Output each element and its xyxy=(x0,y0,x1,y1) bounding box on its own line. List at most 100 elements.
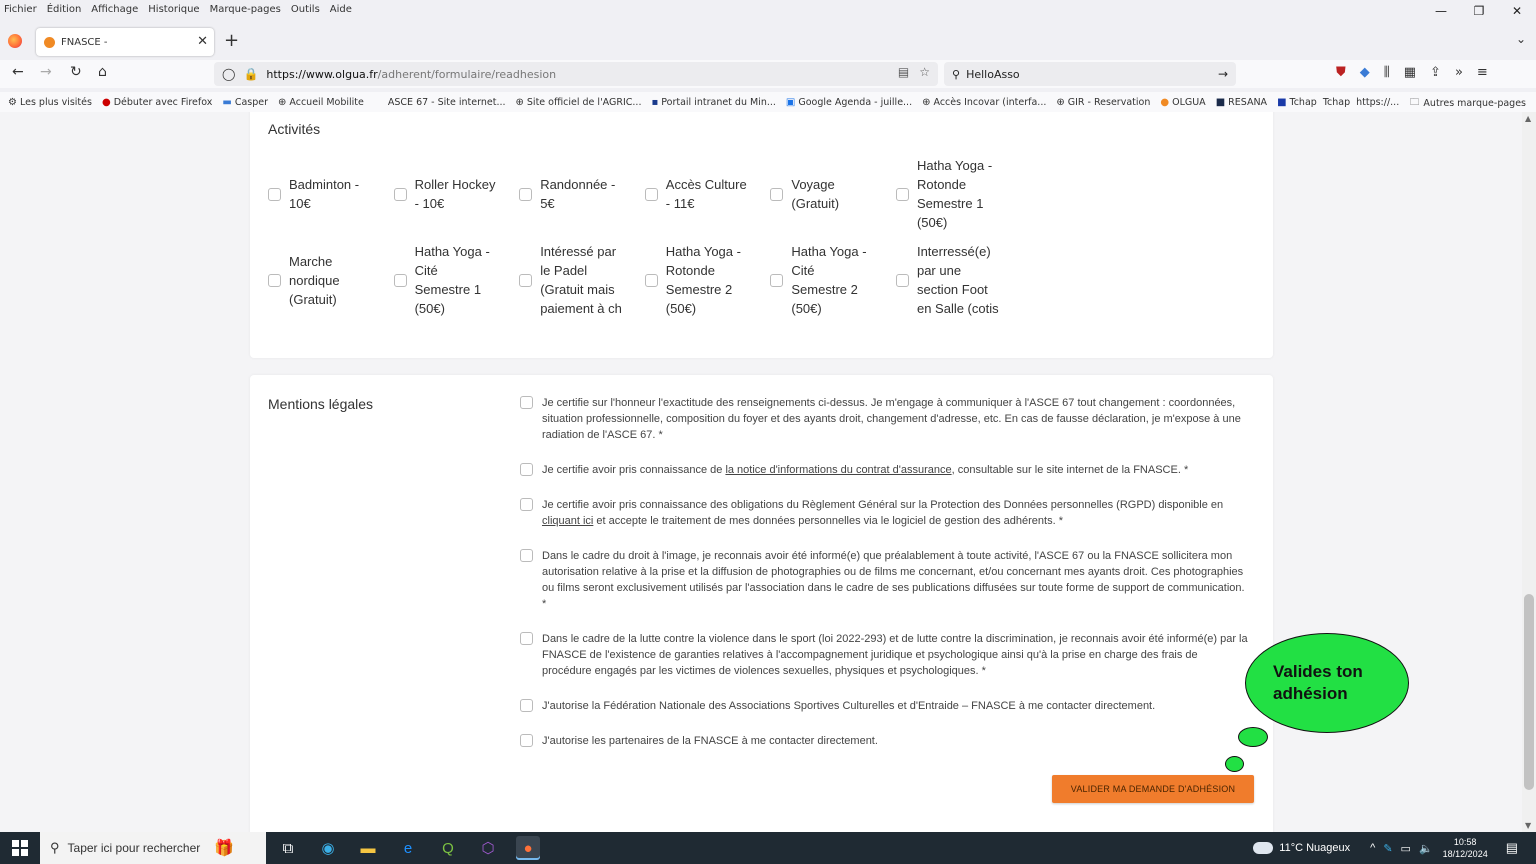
lock-icon[interactable]: 🔒 xyxy=(243,67,258,81)
activity-checkbox[interactable] xyxy=(770,273,784,287)
activity-option[interactable]: Badminton - 10€ xyxy=(268,156,394,232)
mention-checkbox[interactable] xyxy=(520,396,533,409)
grid-extension-icon[interactable]: ▦ xyxy=(1404,65,1416,80)
home-icon[interactable]: ⌂ xyxy=(98,64,107,80)
bookmark-item[interactable]: ⊕ Site officiel de l'AGRIC... xyxy=(516,97,642,108)
activity-checkbox[interactable] xyxy=(644,273,658,287)
bookmark-item[interactable]: ● Débuter avec Firefox xyxy=(102,97,212,108)
bookmark-item[interactable]: ⊕ GIR - Reservation xyxy=(1056,97,1150,108)
mention-checkbox[interactable] xyxy=(520,498,533,511)
activity-option[interactable]: Hatha Yoga - Rotonde Semestre 1 (50€) xyxy=(895,156,1022,232)
bookmark-item[interactable]: ▣ Google Agenda - juille... xyxy=(786,97,912,108)
scroll-up-icon[interactable]: ▲ xyxy=(1525,114,1531,123)
bookmark-item[interactable]: ■ RESANA xyxy=(1216,97,1267,108)
edge-icon[interactable]: ◉ xyxy=(316,836,340,860)
notifications-icon[interactable]: ▤ xyxy=(1506,840,1518,856)
activity-option[interactable]: Randonnée - 5€ xyxy=(519,156,645,232)
bookmark-item[interactable]: ⊕ Accueil Mobilite xyxy=(278,97,364,108)
activity-checkbox[interactable] xyxy=(393,273,407,287)
activity-option[interactable]: Hatha Yoga - Rotonde Semestre 2 (50€) xyxy=(644,232,771,328)
clock[interactable]: 10:58 18/12/2024 xyxy=(1443,836,1488,860)
activity-checkbox[interactable] xyxy=(393,187,407,201)
activity-checkbox[interactable] xyxy=(268,273,281,287)
activity-option[interactable]: Hatha Yoga - Cité Semestre 1 (50€) xyxy=(393,232,520,328)
restore-icon[interactable]: ❐ xyxy=(1460,0,1498,22)
ublock-icon[interactable]: ⛊ xyxy=(1336,65,1346,80)
minimize-icon[interactable]: — xyxy=(1422,0,1460,22)
bookmark-item[interactable]: ASCE 67 - Site internet... xyxy=(388,97,506,108)
firefox-view-icon[interactable] xyxy=(8,34,22,48)
bookmark-item[interactable]: https://... xyxy=(1356,97,1399,108)
mention-checkbox[interactable] xyxy=(520,632,533,645)
scrollbar-thumb[interactable] xyxy=(1524,594,1534,790)
activity-checkbox[interactable] xyxy=(770,187,784,201)
reload-icon[interactable]: ↻ xyxy=(70,64,82,80)
search-bar[interactable]: ⚲ HelloAsso → xyxy=(944,62,1236,86)
share-icon[interactable]: ⇪ xyxy=(1430,65,1441,80)
taskbar-search[interactable]: ⚲ Taper ici pour rechercher 🎁 xyxy=(40,832,266,864)
library-icon[interactable]: ⫼ xyxy=(1384,65,1390,80)
new-tab-icon[interactable]: + xyxy=(224,30,239,51)
firefox-taskbar-icon[interactable]: ● xyxy=(516,836,540,860)
pen-icon[interactable]: ✎ xyxy=(1383,842,1392,855)
bookmark-item[interactable]: ⊕ Accès Incovar (interfa... xyxy=(922,97,1046,108)
volume-icon[interactable]: 🔈 xyxy=(1419,842,1433,855)
qgis-icon[interactable]: Q xyxy=(436,836,460,860)
activity-option[interactable]: Hatha Yoga - Cité Semestre 2 (50€) xyxy=(770,232,896,328)
activity-option[interactable]: Interressé(e) par une section Foot en Sa… xyxy=(895,232,1022,328)
list-tabs-icon[interactable]: ⌄ xyxy=(1516,32,1526,46)
network-icon[interactable]: ▭ xyxy=(1401,842,1411,855)
activity-checkbox[interactable] xyxy=(895,273,909,287)
weather-widget[interactable]: 11°C Nuageux xyxy=(1253,842,1350,854)
menu-outils[interactable]: Outils xyxy=(291,4,320,15)
mention-checkbox[interactable] xyxy=(520,549,533,562)
gifts-icon[interactable]: 🎁 xyxy=(214,838,234,858)
back-icon[interactable]: ← xyxy=(12,64,24,80)
activity-option[interactable]: Marche nordique (Gratuit) xyxy=(268,232,394,328)
app-hexagon-icon[interactable]: ⬡ xyxy=(476,836,500,860)
reader-view-icon[interactable]: ▤ xyxy=(898,65,909,79)
menu-historique[interactable]: Historique xyxy=(148,4,199,15)
forward-icon[interactable]: → xyxy=(40,64,52,80)
activity-checkbox[interactable] xyxy=(895,187,909,201)
bookmark-star-icon[interactable]: ☆ xyxy=(919,65,930,79)
internet-explorer-icon[interactable]: e xyxy=(396,836,420,860)
menu-fichier[interactable]: Fichier xyxy=(4,4,37,15)
file-explorer-icon[interactable]: ▬ xyxy=(356,836,380,860)
mention-checkbox[interactable] xyxy=(520,699,533,712)
scroll-down-icon[interactable]: ▼ xyxy=(1525,821,1531,830)
tracking-shield-icon[interactable]: ◯ xyxy=(222,67,235,81)
overflow-icon[interactable]: » xyxy=(1455,65,1463,80)
menu-affichage[interactable]: Affichage xyxy=(91,4,138,15)
menu-marque-pages[interactable]: Marque-pages xyxy=(210,4,281,15)
activity-checkbox[interactable] xyxy=(519,273,533,287)
activity-option[interactable]: Roller Hockey - 10€ xyxy=(393,156,520,232)
windows-start-icon[interactable] xyxy=(12,840,28,856)
activity-checkbox[interactable] xyxy=(268,187,281,201)
activity-checkbox[interactable] xyxy=(519,187,533,201)
activity-checkbox[interactable] xyxy=(644,187,658,201)
bookmark-item[interactable]: ■ Tchap xyxy=(1277,97,1317,108)
chevron-up-icon[interactable]: ^ xyxy=(1370,842,1375,854)
bookmark-item[interactable]: ● OLGUA xyxy=(1160,97,1205,108)
search-go-icon[interactable]: → xyxy=(1218,67,1228,81)
activity-option[interactable]: Accès Culture - 11€ xyxy=(644,156,771,232)
activity-option[interactable]: Voyage (Gratuit) xyxy=(770,156,896,232)
activity-option[interactable]: Intéressé par le Padel (Gratuit mais pai… xyxy=(519,232,645,328)
rgpd-link[interactable]: cliquant ici xyxy=(542,515,593,527)
page-scrollbar[interactable]: ▲ ▼ xyxy=(1522,112,1536,832)
url-bar[interactable]: ◯ 🔒 https://www.olgua.fr/adherent/formul… xyxy=(214,62,938,86)
submit-membership-button[interactable]: VALIDER MA DEMANDE D'ADHÉSION xyxy=(1052,775,1254,803)
bookmark-item[interactable]: ⚙ Les plus visités xyxy=(8,97,92,108)
menu-aide[interactable]: Aide xyxy=(330,4,352,15)
tab-fnasce[interactable]: FNASCE - ✕ xyxy=(36,28,214,56)
task-view-icon[interactable]: ⧉ xyxy=(276,836,300,860)
extension-diamond-icon[interactable]: ◆ xyxy=(1360,65,1370,80)
close-tab-icon[interactable]: ✕ xyxy=(197,34,208,49)
bookmark-item[interactable]: Tchap xyxy=(1323,97,1350,108)
insurance-notice-link[interactable]: la notice d'informations du contrat d'as… xyxy=(725,464,951,476)
close-window-icon[interactable]: ✕ xyxy=(1498,0,1536,22)
mention-checkbox[interactable] xyxy=(520,734,533,747)
bookmark-item[interactable]: ▬ Casper xyxy=(222,97,268,108)
mention-checkbox[interactable] xyxy=(520,463,533,476)
